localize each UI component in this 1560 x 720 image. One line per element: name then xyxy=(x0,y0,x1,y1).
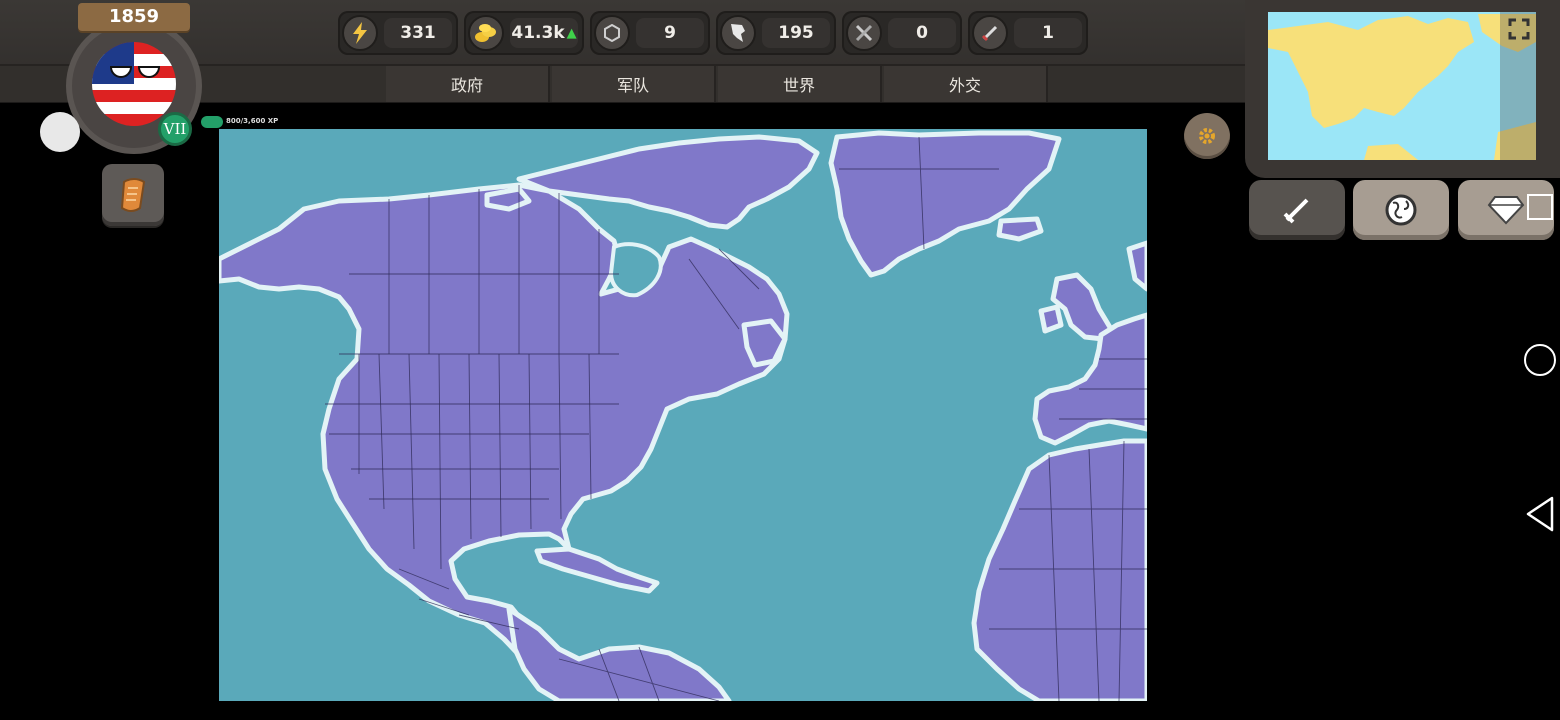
world-button[interactable] xyxy=(1353,180,1449,240)
xp-text: 800/3,600 XP xyxy=(226,117,279,125)
stat-gems[interactable]: 9 xyxy=(590,11,710,55)
stat-value: 9 xyxy=(636,18,704,48)
greenland[interactable] xyxy=(828,130,1062,278)
level-badge: VII xyxy=(158,112,192,146)
stat-territory[interactable]: 195 xyxy=(716,11,836,55)
stat-value: 41.3k ▲ xyxy=(510,18,578,48)
recent-apps-icon[interactable] xyxy=(1527,194,1553,220)
trend-up-icon: ▲ xyxy=(566,25,577,41)
resource-stats: 331 41.3k ▲ 9 195 0 1 xyxy=(338,11,1088,55)
flag-eye-right xyxy=(138,66,160,78)
stat-wars[interactable]: 0 xyxy=(842,11,962,55)
tab-army[interactable]: 军队 xyxy=(552,66,716,102)
home-icon[interactable] xyxy=(1524,344,1556,376)
stat-value: 1 xyxy=(1014,18,1082,48)
xp-bar xyxy=(201,116,223,128)
year-banner: 1859 xyxy=(78,3,190,31)
sword-icon xyxy=(1283,198,1309,224)
gear-icon xyxy=(1199,128,1215,144)
south-america[interactable] xyxy=(506,606,732,701)
diamond-icon xyxy=(1487,196,1525,225)
tab-government[interactable]: 政府 xyxy=(386,66,550,102)
globe-icon xyxy=(1385,194,1417,226)
settings-button[interactable] xyxy=(1184,113,1230,159)
stat-value: 331 xyxy=(384,18,452,48)
stat-energy[interactable]: 331 xyxy=(338,11,458,55)
tab-diplomacy[interactable]: 外交 xyxy=(884,66,1048,102)
minimap[interactable] xyxy=(1268,12,1536,160)
war-button[interactable] xyxy=(1249,180,1345,240)
caribbean-islands[interactable] xyxy=(534,546,660,594)
gem-icon xyxy=(594,15,630,51)
country-flag[interactable] xyxy=(92,42,176,126)
back-icon[interactable] xyxy=(1524,496,1556,532)
expand-icon[interactable] xyxy=(1508,18,1530,40)
sword-icon xyxy=(972,15,1008,51)
world-map[interactable] xyxy=(219,129,1147,701)
british-isles[interactable] xyxy=(1050,272,1114,342)
gold-coins-icon xyxy=(468,15,504,51)
floating-button[interactable] xyxy=(40,112,80,152)
lightning-icon xyxy=(342,15,378,51)
stat-value: 0 xyxy=(888,18,956,48)
tab-world[interactable]: 世界 xyxy=(718,66,882,102)
stat-gold[interactable]: 41.3k ▲ xyxy=(464,11,584,55)
scroll-icon xyxy=(120,178,146,212)
stat-army[interactable]: 1 xyxy=(968,11,1088,55)
crossed-swords-icon xyxy=(846,15,882,51)
north-america-landmass[interactable] xyxy=(219,182,790,672)
events-button[interactable] xyxy=(102,164,164,226)
territory-icon xyxy=(720,15,756,51)
flag-canton xyxy=(92,42,134,84)
stat-value: 195 xyxy=(762,18,830,48)
